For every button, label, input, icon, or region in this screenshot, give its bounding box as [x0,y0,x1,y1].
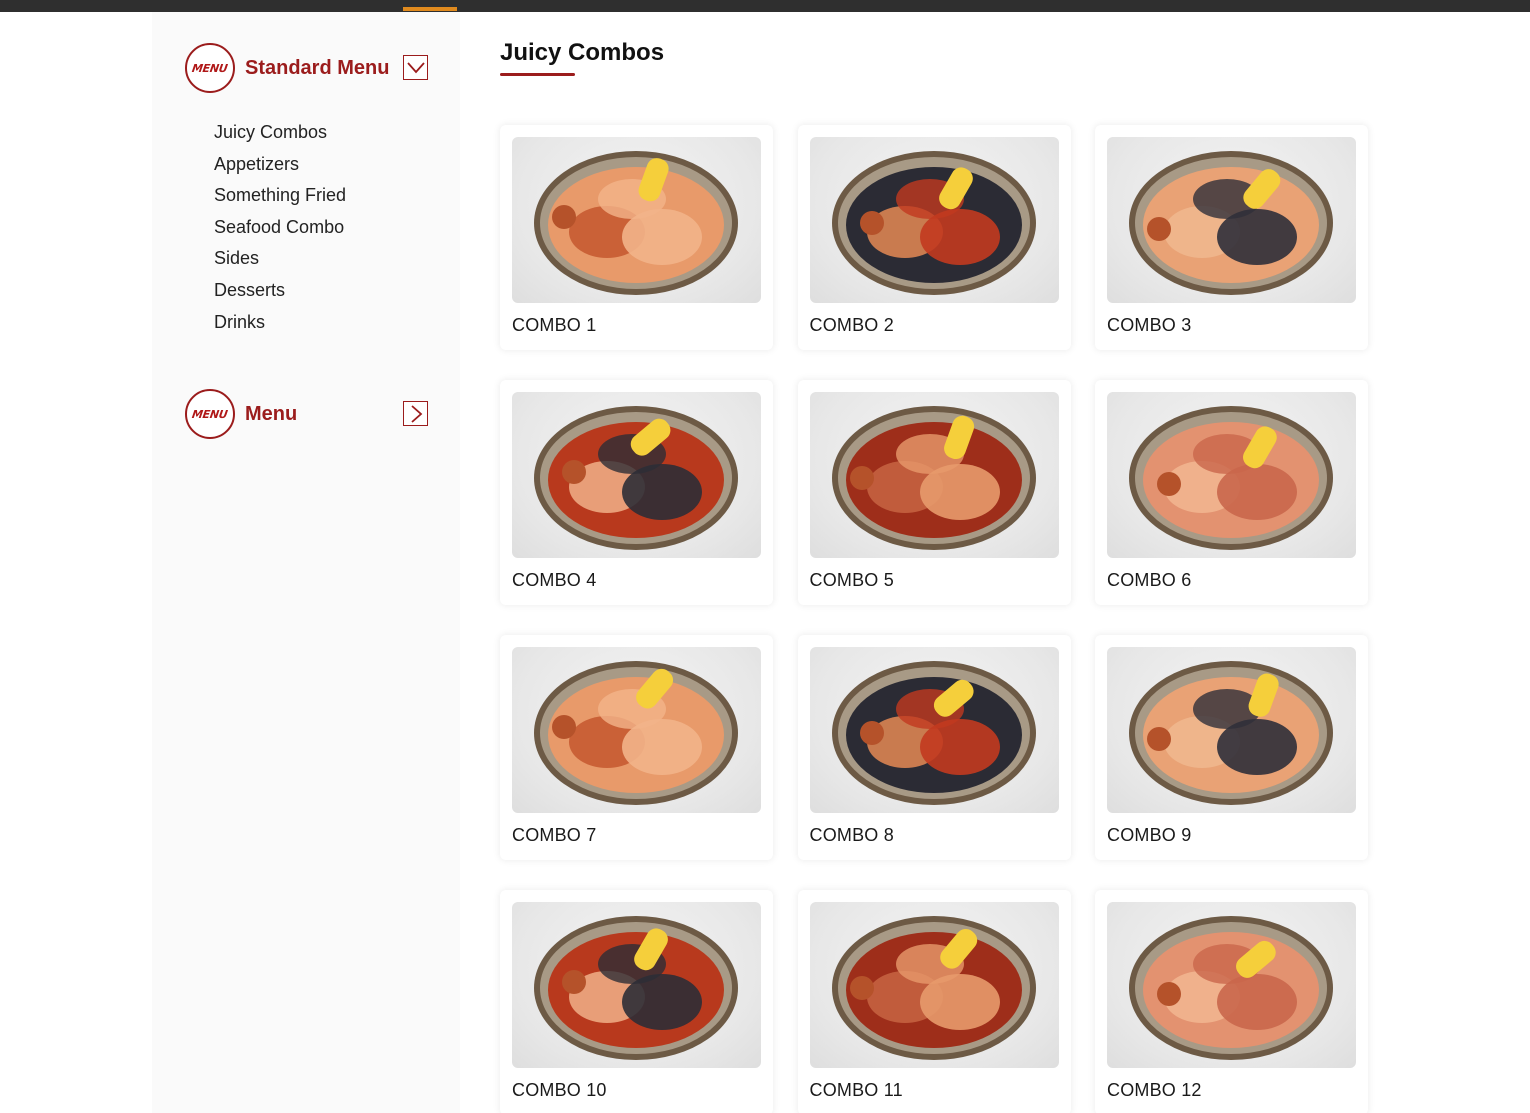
category-drinks[interactable]: Drinks [214,307,346,339]
seafood-boil-photo [809,902,1059,1068]
category-list: Juicy Combos Appetizers Something Fried … [214,117,346,338]
seafood-boil-photo [512,902,761,1068]
product-name: COMBO 8 [809,825,894,845]
product-card[interactable]: COMBO 9 [1095,635,1368,860]
product-card[interactable]: COMBO 4 [500,380,773,605]
product-name: COMBO 5 [809,570,894,590]
category-desserts[interactable]: Desserts [214,275,346,307]
menu-group-menu[interactable]: MENU Menu [185,388,428,440]
product-card[interactable]: COMBO 10 [500,890,773,1113]
product-card[interactable]: COMBO 2 [797,125,1071,350]
chevron-down-icon[interactable] [403,55,428,80]
menu-group-title: Menu [245,402,298,425]
seafood-boil-photo [512,647,761,813]
seafood-boil-photo [809,647,1059,813]
seafood-boil-photo [1107,137,1356,303]
menu-badge-text: MENU [191,61,229,75]
seafood-boil-photo [1107,647,1356,813]
product-name: COMBO 10 [512,1080,607,1100]
menu-badge-icon: MENU [185,43,235,93]
product-grid: COMBO 1 COMBO 2 COMBO 3 COMBO 4 COMBO 5 COMBO… [500,125,1368,1113]
category-sides[interactable]: Sides [214,243,346,275]
product-name: COMBO 11 [809,1080,903,1100]
product-card[interactable]: COMBO 12 [1095,890,1368,1113]
product-name: COMBO 3 [1107,315,1192,335]
menu-sidebar: MENU Standard Menu Juicy Combos Appetize… [152,12,460,1113]
category-appetizers[interactable]: Appetizers [214,149,346,181]
chevron-right-icon[interactable] [403,401,428,426]
seafood-boil-photo [512,392,761,558]
category-seafood-combo[interactable]: Seafood Combo [214,212,346,244]
product-name: COMBO 12 [1107,1080,1202,1100]
product-card[interactable]: COMBO 7 [500,635,773,860]
product-name: COMBO 4 [512,570,597,590]
top-navigation-bar [0,0,1530,12]
category-something-fried[interactable]: Something Fried [214,180,346,212]
product-name: COMBO 2 [809,315,894,335]
section-title-underline [500,73,575,76]
menu-badge-text: MENU [191,407,229,421]
product-name: COMBO 6 [1107,570,1192,590]
seafood-boil-photo [512,137,761,303]
seafood-boil-photo [1107,392,1356,558]
product-name: COMBO 7 [512,825,597,845]
seafood-boil-photo [809,392,1059,558]
menu-badge-icon: MENU [185,389,235,439]
menu-group-standard-menu[interactable]: MENU Standard Menu [185,42,428,94]
product-card[interactable]: COMBO 1 [500,125,773,350]
product-card[interactable]: COMBO 11 [797,890,1071,1113]
product-name: COMBO 1 [512,315,597,335]
seafood-boil-photo [1107,902,1356,1068]
product-card[interactable]: COMBO 3 [1095,125,1368,350]
seafood-boil-photo [809,137,1059,303]
category-juicy-combos[interactable]: Juicy Combos [214,117,346,149]
product-card[interactable]: COMBO 5 [797,380,1071,605]
product-card[interactable]: COMBO 8 [797,635,1071,860]
section-title: Juicy Combos [500,39,665,66]
active-nav-indicator [403,7,457,11]
product-card[interactable]: COMBO 6 [1095,380,1368,605]
product-name: COMBO 9 [1107,825,1192,845]
menu-group-title: Standard Menu [245,56,390,79]
